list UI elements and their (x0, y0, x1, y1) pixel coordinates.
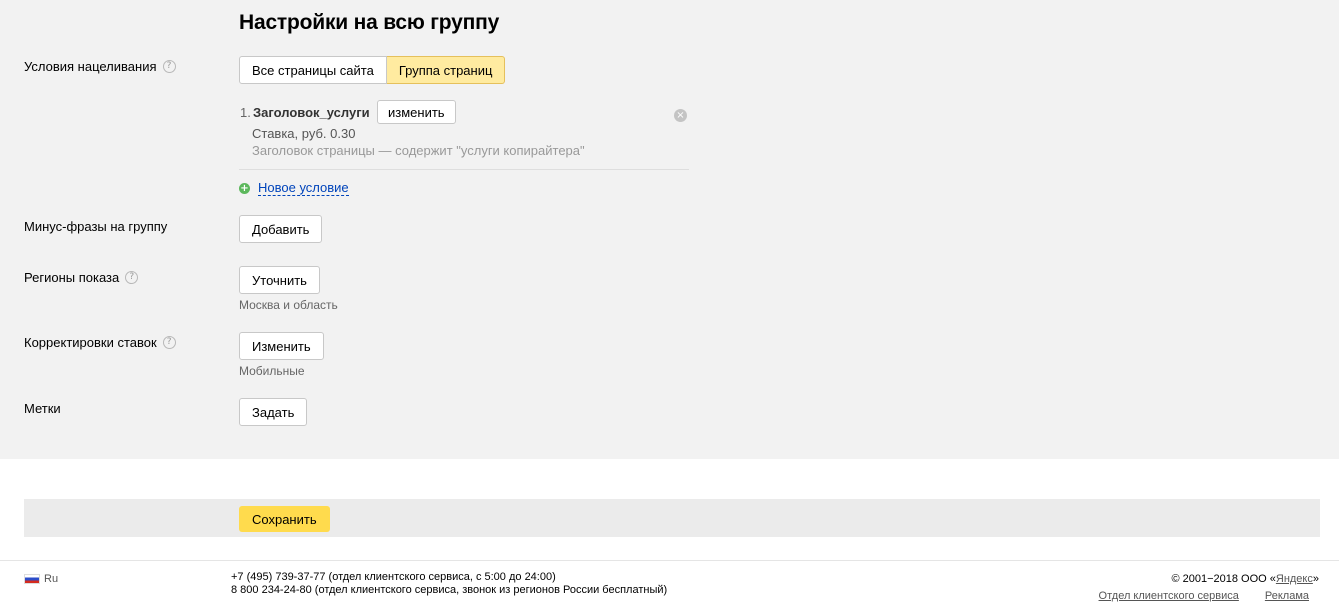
targeting-label-text: Условия нацеливания (24, 59, 157, 74)
change-bid-adjustments-button[interactable]: Изменить (239, 332, 324, 360)
condition-number: 1. (240, 105, 251, 120)
group-settings-panel: Настройки на всю группу Условия нацелива… (0, 0, 1339, 459)
copyright-suffix: » (1312, 573, 1319, 585)
support-phone-moscow: +7 (495) 739-37-77 (отдел клиентского се… (231, 571, 556, 583)
language-switch[interactable]: Ru (24, 573, 58, 585)
page-title: Настройки на всю группу (239, 11, 500, 34)
help-icon[interactable]: ? (162, 336, 176, 349)
bid-adjustments-value: Мобильные (239, 364, 305, 378)
save-bar: Сохранить (24, 499, 1320, 537)
targeting-condition: 1. Заголовок_услуги изменить Ставка, руб… (239, 100, 689, 170)
yandex-link[interactable]: Яндекс (1276, 573, 1313, 585)
bid-adjustments-label: Корректировки ставок ? (24, 335, 176, 350)
footer-links: Отдел клиентского сервиса Реклама (1099, 590, 1309, 602)
tags-label: Метки (24, 401, 61, 416)
client-service-link[interactable]: Отдел клиентского сервиса (1099, 590, 1239, 602)
save-button[interactable]: Сохранить (239, 506, 330, 532)
copyright-prefix: © 2001−2018 ООО « (1171, 573, 1276, 585)
condition-bid: Ставка, руб. 0.30 (252, 126, 356, 141)
plus-circle-icon: + (239, 183, 250, 194)
targeting-mode-switch: Все страницы сайта Группа страниц (239, 56, 506, 84)
support-phone-free: 8 800 234-24-80 (отдел клиентского серви… (231, 584, 668, 596)
set-tags-button[interactable]: Задать (239, 398, 308, 426)
support-phones: +7 (495) 739-37-77 (отдел клиентского се… (231, 571, 667, 597)
copyright: © 2001−2018 ООО «Яндекс» (1171, 573, 1319, 585)
add-negative-phrases-button[interactable]: Добавить (239, 215, 323, 243)
remove-condition-icon[interactable]: × (674, 109, 687, 122)
regions-label-text: Регионы показа (24, 270, 120, 285)
language-label[interactable]: Ru (44, 573, 58, 585)
advertising-link[interactable]: Реклама (1265, 590, 1309, 602)
footer-divider (0, 560, 1339, 561)
negative-phrases-label: Минус-фразы на группу (24, 219, 168, 234)
new-condition-label[interactable]: Новое условие (258, 181, 349, 196)
condition-name: Заголовок_услуги (253, 105, 370, 120)
segment-all-pages[interactable]: Все страницы сайта (239, 56, 387, 84)
bid-adjustments-label-text: Корректировки ставок (24, 335, 157, 350)
segment-page-group[interactable]: Группа страниц (386, 56, 506, 84)
regions-label: Регионы показа ? (24, 270, 139, 285)
condition-description: Заголовок страницы — содержит "услуги ко… (252, 143, 585, 158)
specify-regions-button[interactable]: Уточнить (239, 266, 320, 294)
new-condition-link[interactable]: + Новое условие (239, 181, 349, 196)
help-icon[interactable]: ? (162, 60, 176, 73)
targeting-label: Условия нацеливания ? (24, 59, 176, 74)
russia-flag-icon (24, 574, 40, 584)
regions-value: Москва и область (239, 298, 338, 312)
help-icon[interactable]: ? (125, 271, 139, 284)
edit-condition-button[interactable]: изменить (377, 100, 456, 124)
